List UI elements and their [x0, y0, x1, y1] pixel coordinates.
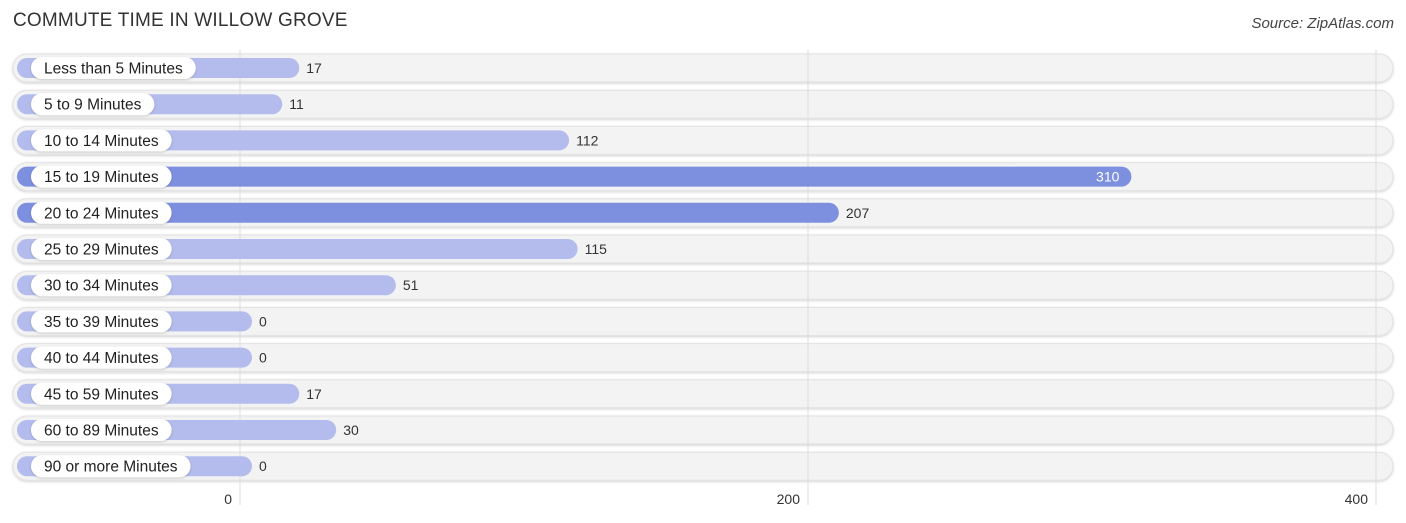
bar	[17, 166, 1132, 187]
category-label: 5 to 9 Minutes	[44, 97, 142, 114]
category-label: 25 to 29 Minutes	[44, 242, 159, 259]
category-label: 20 to 24 Minutes	[44, 205, 159, 222]
category-label: 40 to 44 Minutes	[44, 350, 159, 367]
value-label: 51	[403, 277, 419, 293]
value-label: 207	[846, 205, 870, 221]
value-label: 30	[343, 422, 359, 438]
value-label: 310	[1096, 169, 1120, 185]
category-label: 45 to 59 Minutes	[44, 386, 159, 403]
value-label: 0	[259, 313, 267, 329]
category-label: 15 to 19 Minutes	[44, 169, 159, 186]
bar-chart: Less than 5 Minutes 17 5 to 9 Minutes 11 10 …	[12, 50, 1394, 507]
value-label: 112	[576, 132, 599, 148]
x-tick-label: 0	[224, 491, 232, 507]
category-label: 60 to 89 Minutes	[44, 423, 159, 440]
category-label: 90 or more Minutes	[44, 459, 178, 476]
value-label: 0	[259, 458, 267, 474]
x-tick-label: 200	[777, 491, 801, 507]
category-label: Less than 5 Minutes	[44, 61, 183, 78]
value-label: 11	[289, 96, 304, 112]
value-label: 0	[259, 350, 267, 366]
category-label: 10 to 14 Minutes	[44, 133, 159, 150]
value-label: 17	[306, 386, 322, 402]
value-label: 17	[306, 60, 322, 76]
value-label: 115	[585, 241, 608, 257]
category-label: 30 to 34 Minutes	[44, 278, 159, 295]
category-label: 35 to 39 Minutes	[44, 314, 159, 331]
x-tick-label: 400	[1345, 491, 1369, 507]
